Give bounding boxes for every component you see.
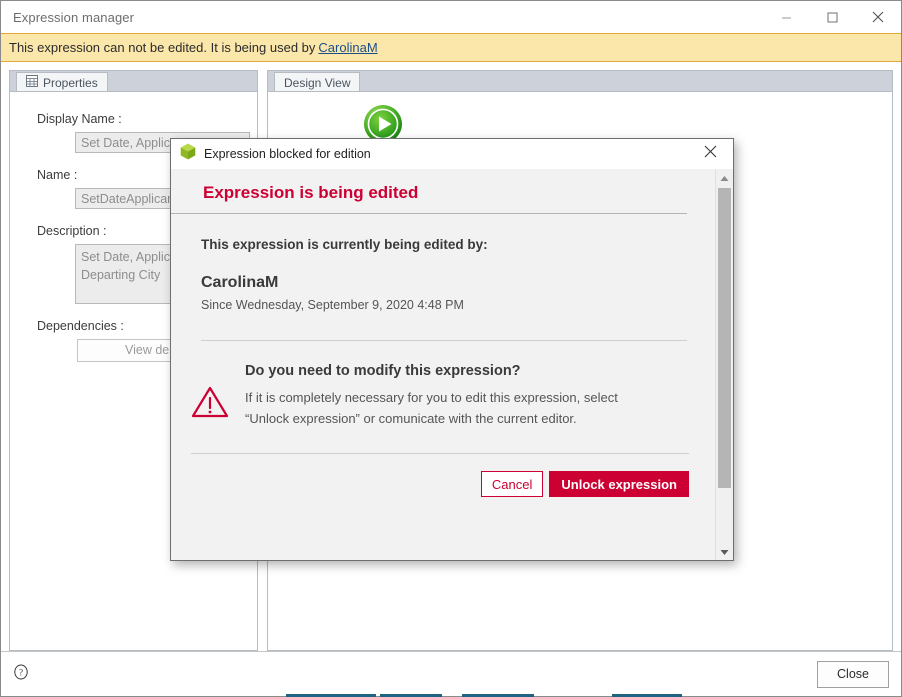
dialog-editor-section: This expression is currently being edite… xyxy=(171,214,715,312)
scroll-down-arrow-icon xyxy=(720,543,729,561)
banner-text: This expression can not be edited. It is… xyxy=(9,40,316,55)
design-tab-strip: Design View xyxy=(267,70,893,92)
tab-properties-label: Properties xyxy=(43,75,98,90)
minimize-button[interactable] xyxy=(763,1,809,33)
svg-text:?: ? xyxy=(19,667,23,677)
close-icon xyxy=(704,145,717,163)
window-title-bar: Expression manager xyxy=(1,1,901,33)
close-dialog-button[interactable]: Close xyxy=(817,660,889,688)
dialog-heading: Expression is being edited xyxy=(203,183,419,202)
dialog-warning-section: Do you need to modify this expression? I… xyxy=(171,341,715,429)
dialog-heading-zone: Expression is being edited xyxy=(171,169,715,213)
maximize-icon xyxy=(827,12,838,23)
green-hexagon-icon xyxy=(180,143,196,165)
expression-blocked-dialog: Expression blocked for edition Expressio… xyxy=(170,138,734,561)
tab-design-view-label: Design View xyxy=(284,75,351,90)
window-title: Expression manager xyxy=(13,9,135,25)
scrollbar-thumb[interactable] xyxy=(718,188,731,488)
window-footer: ? Close xyxy=(1,651,901,696)
dialog-title-bar: Expression blocked for edition xyxy=(171,139,733,169)
scrollbar-track[interactable] xyxy=(716,186,733,543)
warning-body-line-1: If it is completely necessary for you to… xyxy=(245,390,618,405)
tab-design-view[interactable]: Design View xyxy=(274,72,361,92)
tab-properties[interactable]: Properties xyxy=(16,72,108,92)
maximize-button[interactable] xyxy=(809,1,855,33)
display-name-label: Display Name : xyxy=(37,112,122,126)
properties-tab-strip: Properties xyxy=(9,70,258,92)
close-icon xyxy=(872,11,884,23)
locked-expression-banner: This expression can not be edited. It is… xyxy=(1,33,901,62)
warning-body-line-2: “Unlock expression” or comunicate with t… xyxy=(245,411,577,426)
window-controls xyxy=(763,1,901,33)
minimize-icon xyxy=(781,12,792,23)
dialog-actions: Cancel Unlock expression xyxy=(171,454,715,497)
close-button[interactable] xyxy=(855,1,901,33)
warning-text-block: Do you need to modify this expression? I… xyxy=(245,363,689,429)
unlock-expression-button[interactable]: Unlock expression xyxy=(549,471,689,497)
editor-since-timestamp: Since Wednesday, September 9, 2020 4:48 … xyxy=(201,298,464,312)
dialog-scrollbar[interactable] xyxy=(715,169,733,560)
scroll-up-arrow-icon xyxy=(720,169,729,187)
editor-name: CarolinaM xyxy=(201,274,279,291)
editor-intro-text: This expression is currently being edite… xyxy=(201,237,488,252)
dialog-close-button[interactable] xyxy=(693,139,727,169)
dialog-body-wrap: Expression is being edited This expressi… xyxy=(171,169,733,560)
scroll-up-button[interactable] xyxy=(716,169,733,186)
help-question-icon: ? xyxy=(13,664,29,685)
properties-grid-icon xyxy=(26,75,38,90)
dialog-title: Expression blocked for edition xyxy=(204,147,371,161)
taskbar-hints xyxy=(0,693,902,697)
help-button[interactable]: ? xyxy=(13,664,29,685)
banner-user-link[interactable]: CarolinaM xyxy=(318,40,377,55)
cancel-button[interactable]: Cancel xyxy=(480,471,544,497)
scroll-down-button[interactable] xyxy=(716,543,733,560)
warning-question: Do you need to modify this expression? xyxy=(245,363,521,379)
warning-triangle-icon xyxy=(191,385,229,424)
dialog-content: Expression is being edited This expressi… xyxy=(171,169,715,560)
